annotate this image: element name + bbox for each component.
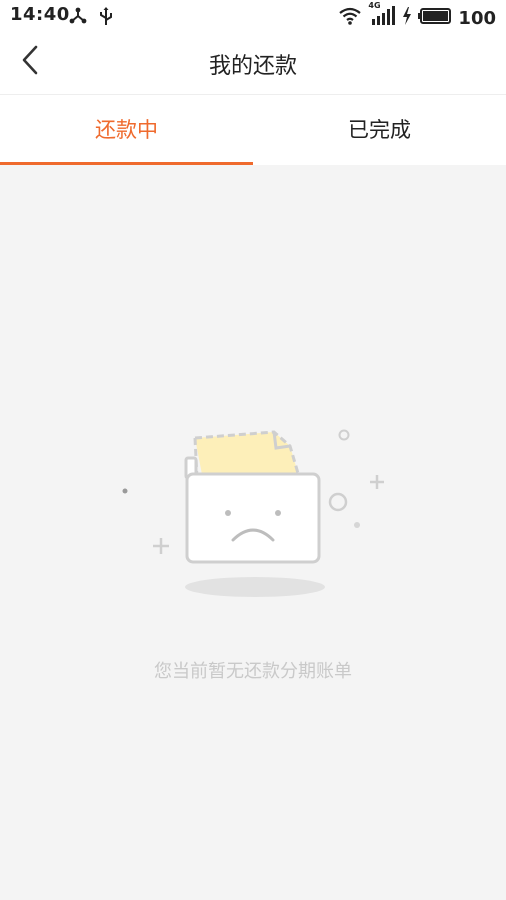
battery-icon xyxy=(418,7,452,29)
sad-folder-icon xyxy=(122,429,384,597)
tab-label: 还款中 xyxy=(95,118,158,142)
network-type-label: 4G xyxy=(368,1,381,10)
usb-icon xyxy=(98,6,114,30)
empty-state-message: 您当前暂无还款分期账单 xyxy=(154,661,352,682)
wifi-icon xyxy=(338,6,362,30)
status-bar: 14:40 4G 100 xyxy=(0,0,506,32)
tab-completed[interactable]: 已完成 xyxy=(253,95,506,165)
signal-icon: 4G xyxy=(368,1,396,31)
empty-state: 您当前暂无还款分期账单 xyxy=(0,165,506,900)
page-title: 我的还款 xyxy=(208,54,297,79)
battery-level: 100 xyxy=(458,7,496,29)
tab-bar: 还款中 已完成 xyxy=(0,95,506,165)
status-time: 14:40 xyxy=(10,4,70,25)
charging-icon xyxy=(402,7,412,29)
share-icon xyxy=(68,6,88,30)
tab-repaying[interactable]: 还款中 xyxy=(0,95,253,165)
tab-label: 已完成 xyxy=(348,118,411,142)
navigation-bar: 我的还款 xyxy=(0,32,506,95)
